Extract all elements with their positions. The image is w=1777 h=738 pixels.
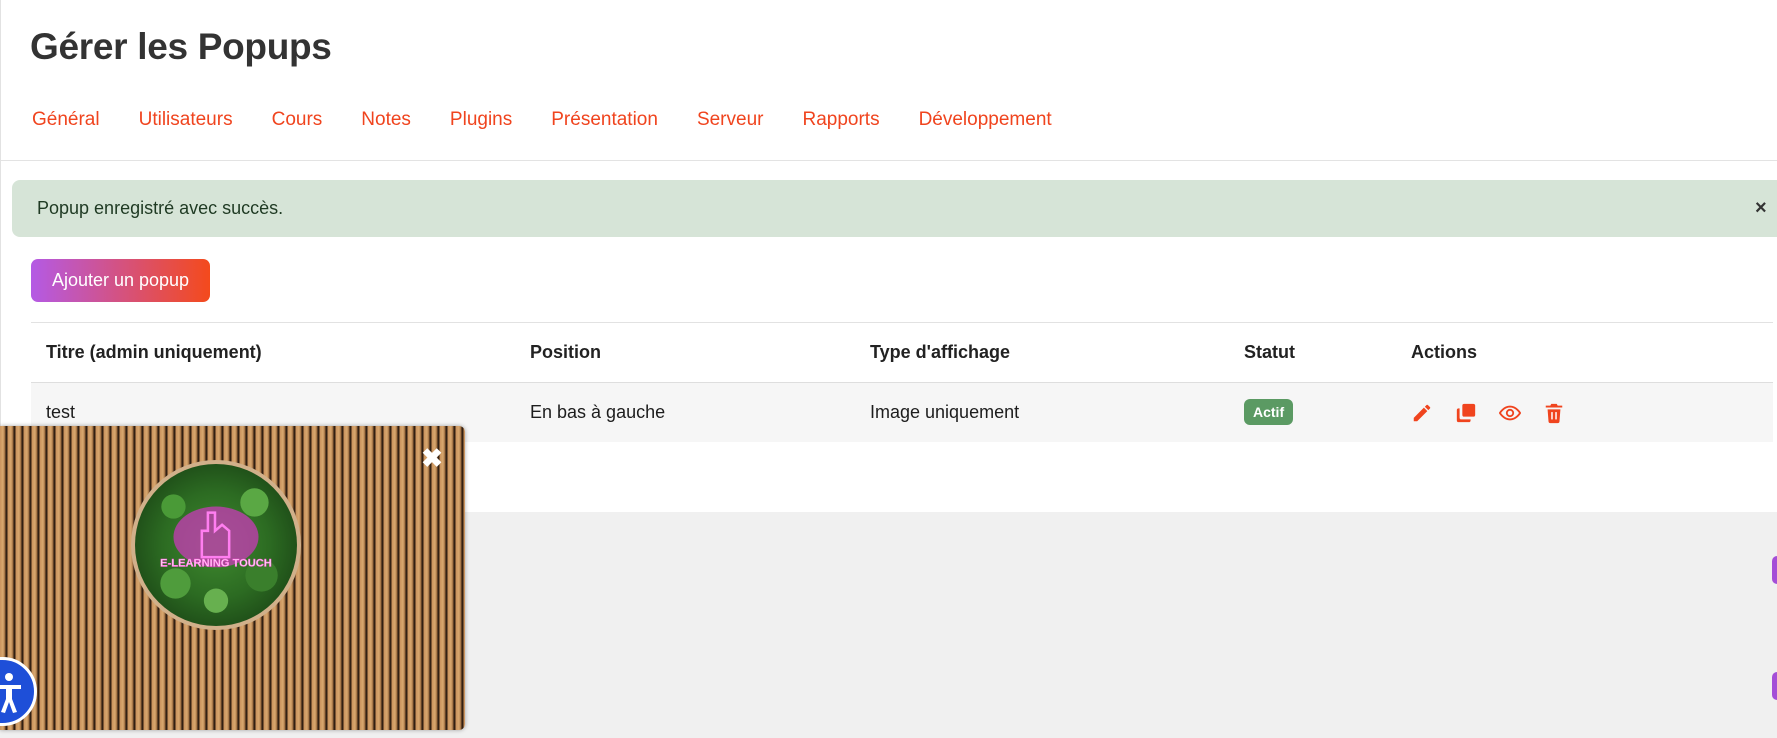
row-position: En bas à gauche xyxy=(530,402,666,422)
header-position: Position xyxy=(530,342,601,362)
tab-server[interactable]: Serveur xyxy=(697,109,764,131)
elearning-touch-logo: E-LEARNING TOUCH xyxy=(135,464,297,626)
success-alert: Popup enregistré avec succès. × xyxy=(12,180,1777,237)
tab-users[interactable]: Utilisateurs xyxy=(139,109,233,131)
alert-message: Popup enregistré avec succès. xyxy=(37,198,284,218)
row-display-type: Image uniquement xyxy=(870,402,1020,422)
status-badge: Actif xyxy=(1244,399,1294,425)
close-icon[interactable]: × xyxy=(1755,198,1767,218)
tab-development[interactable]: Développement xyxy=(919,109,1052,131)
popup-close-icon[interactable]: ✖ xyxy=(420,445,444,471)
tab-general[interactable]: Général xyxy=(32,109,100,131)
nav-divider xyxy=(1,160,1777,161)
row-status: Actif xyxy=(1244,383,1294,442)
tab-grades[interactable]: Notes xyxy=(361,109,411,131)
row-actions xyxy=(1411,383,1565,442)
edge-widget[interactable] xyxy=(1772,556,1777,584)
tab-courses[interactable]: Cours xyxy=(272,109,323,131)
accessibility-button[interactable] xyxy=(0,657,37,726)
trash-icon[interactable] xyxy=(1543,402,1565,424)
header-display-type: Type d'affichage xyxy=(870,342,1010,362)
svg-text:E-LEARNING TOUCH: E-LEARNING TOUCH xyxy=(160,557,272,569)
tab-plugins[interactable]: Plugins xyxy=(450,109,512,131)
accessibility-icon xyxy=(0,673,21,713)
page-title: Gérer les Popups xyxy=(30,26,332,67)
duplicate-icon[interactable] xyxy=(1455,402,1477,424)
add-popup-button[interactable]: Ajouter un popup xyxy=(31,259,210,302)
popups-table: Titre (admin uniquement) Position Type d… xyxy=(31,322,1773,442)
header-status: Statut xyxy=(1244,342,1295,362)
eye-icon[interactable] xyxy=(1499,402,1521,424)
table-header: Titre (admin uniquement) Position Type d… xyxy=(31,322,1773,383)
tab-appearance[interactable]: Présentation xyxy=(551,109,658,131)
tab-reports[interactable]: Rapports xyxy=(802,109,879,131)
admin-nav: Général Utilisateurs Cours Notes Plugins… xyxy=(32,109,1052,131)
popup-preview: ✖ E-LEARNING TOUCH xyxy=(0,426,465,730)
header-title: Titre (admin uniquement) xyxy=(46,342,262,362)
edge-widget[interactable] xyxy=(1772,672,1777,700)
header-actions: Actions xyxy=(1411,342,1478,362)
popup-image: E-LEARNING TOUCH xyxy=(131,460,301,630)
pencil-icon[interactable] xyxy=(1411,402,1433,424)
